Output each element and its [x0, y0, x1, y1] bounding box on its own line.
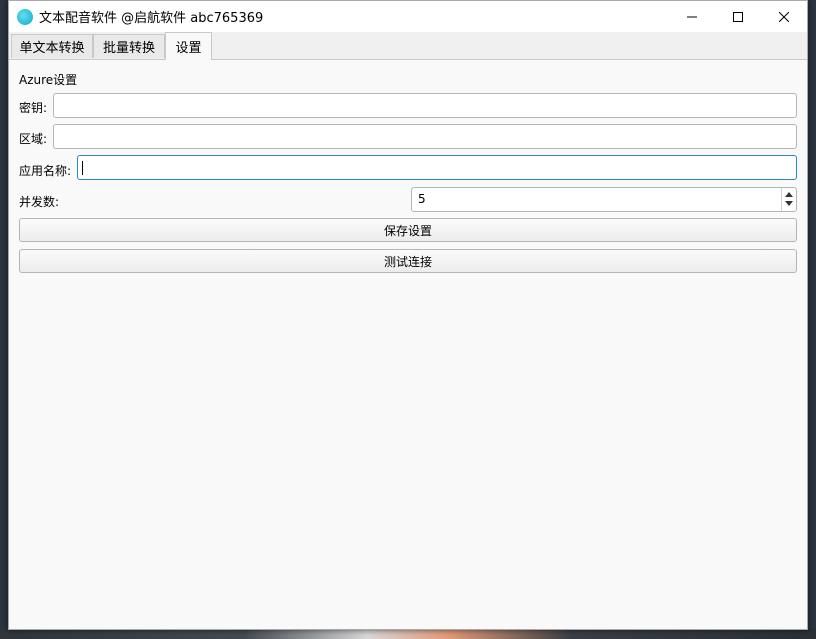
- maximize-button[interactable]: [715, 1, 761, 32]
- minimize-icon: [687, 16, 697, 17]
- close-icon: [779, 11, 789, 22]
- maximize-icon: [733, 11, 743, 22]
- app-icon: [17, 8, 33, 25]
- concurrency-value: 5: [418, 192, 426, 206]
- app-window: 文本配音软件 @启航软件 abc765369 单文本转换 批量转换 设置 Azu…: [8, 0, 808, 630]
- spin-down-icon[interactable]: [785, 201, 793, 206]
- concurrency-spinbox[interactable]: 5: [411, 187, 797, 212]
- tab-bar: 单文本转换 批量转换 设置: [9, 32, 807, 60]
- tab-batch[interactable]: 批量转换: [93, 34, 165, 58]
- window-controls: [669, 1, 807, 32]
- minimize-button[interactable]: [669, 1, 715, 32]
- section-title: Azure设置: [19, 73, 78, 87]
- key-label: 密钥:: [19, 101, 48, 115]
- save-settings-button[interactable]: 保存设置: [19, 218, 797, 242]
- test-connection-button[interactable]: 测试连接: [19, 249, 797, 273]
- app-name-label: 应用名称:: [19, 164, 72, 178]
- spin-up-icon[interactable]: [785, 192, 793, 197]
- region-input[interactable]: [53, 124, 797, 149]
- window-title: 文本配音软件 @启航软件 abc765369: [39, 11, 264, 26]
- region-label: 区域:: [19, 132, 48, 146]
- spin-buttons[interactable]: [781, 188, 796, 211]
- text-caret: [82, 161, 83, 175]
- close-button[interactable]: [761, 1, 807, 32]
- app-name-input[interactable]: [77, 155, 797, 180]
- title-bar[interactable]: 文本配音软件 @启航软件 abc765369: [9, 1, 807, 32]
- tab-settings[interactable]: 设置: [165, 32, 212, 60]
- tab-single-text[interactable]: 单文本转换: [11, 34, 93, 58]
- key-input[interactable]: [53, 93, 797, 118]
- concurrency-label: 并发数:: [19, 195, 60, 209]
